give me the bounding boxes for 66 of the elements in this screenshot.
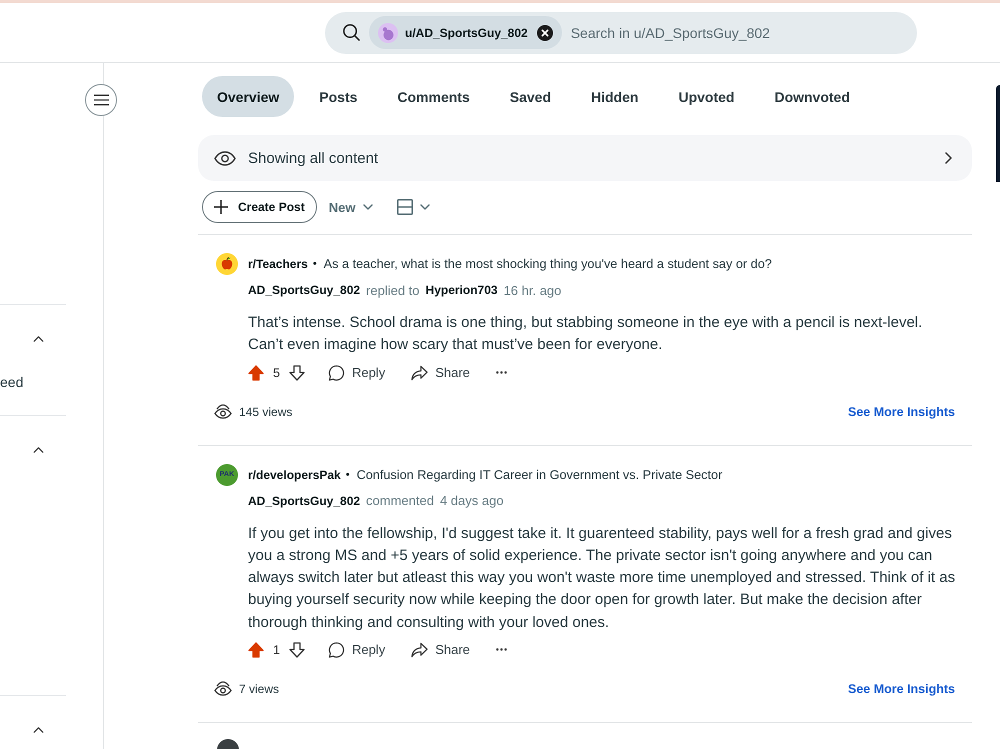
plus-icon (214, 200, 228, 214)
avatar-icon (378, 22, 398, 42)
sidebar-item[interactable]: eed (0, 374, 24, 390)
caret-icon (420, 204, 430, 210)
views-icon (214, 681, 232, 696)
share-icon (411, 364, 428, 380)
content-filter[interactable]: Showing all content (198, 135, 972, 181)
tab[interactable]: Comments (382, 76, 485, 117)
sort-button[interactable]: New (328, 191, 374, 223)
downvote-icon[interactable] (288, 642, 305, 658)
comment-text: If you get into the fellowship, I'd suggest take it. It guarenteed stability, pays well for a fresh grad and gives you a strong MS and +5 years of solid experience. The private sector isn't going anywhere and you can always switch later but atleast this way you won't waste more time unemployed and stressed. Think of it as buying yourself security now while keeping the door open for growth later. But make the decision after thorough thinking and consulting with your loved ones. (248, 524, 956, 632)
insights-link[interactable]: See More Insights (848, 404, 955, 418)
search-field[interactable]: u/AD_SportsGuy_802 Search in u/AD_SportsGuy_802 (325, 12, 917, 54)
search-icon (343, 24, 360, 41)
timestamp: 4 days ago (440, 493, 504, 508)
create-post-button[interactable]: Create Post (202, 191, 317, 223)
author-link[interactable]: AD_SportsGuy_802 (248, 283, 360, 297)
scope-chip[interactable]: u/AD_SportsGuy_802 (369, 16, 562, 49)
action-text: commented (366, 493, 434, 508)
tab[interactable]: Downvoted (759, 76, 865, 117)
post-title-link[interactable]: Confusion Regarding IT Career in Government vs. Private Sector (356, 468, 722, 482)
user-link[interactable]: Hyperion703 (426, 283, 498, 297)
eye-icon (214, 150, 236, 166)
close-icon[interactable] (536, 24, 553, 40)
chevron-up-icon[interactable] (33, 336, 44, 342)
comment-text: That’s intense. School drama is one thing, but stabbing someone in the eye with a pencil is next-level. Can’t even imagine how scary that must’ve been for everyone. (248, 313, 924, 356)
community-link[interactable]: r/developersPak (248, 468, 341, 482)
layout-icon (397, 199, 414, 215)
tab[interactable]: Overview (202, 76, 294, 117)
share-icon (411, 642, 428, 658)
comment-icon (328, 364, 345, 380)
tab[interactable]: Saved (494, 76, 566, 117)
view-count: 7 views (239, 682, 280, 696)
comment-icon (328, 642, 345, 658)
chevron-up-icon[interactable] (33, 447, 44, 453)
timestamp: 16 hr. ago (504, 282, 562, 298)
vote-count: 1 (273, 642, 280, 657)
menu-button[interactable] (85, 84, 117, 116)
tab[interactable]: Upvoted (663, 76, 750, 117)
upvote-icon[interactable] (248, 642, 264, 658)
menu-icon (94, 94, 108, 106)
downvote-icon[interactable] (288, 364, 305, 380)
tab[interactable]: Hidden (576, 76, 654, 117)
share-button[interactable]: Share (402, 356, 479, 388)
separator: • (346, 468, 350, 480)
insights-link[interactable]: See More Insights (848, 682, 955, 696)
community-link[interactable]: r/Teachers (248, 257, 308, 271)
author-link[interactable]: AD_SportsGuy_802 (248, 494, 360, 508)
tab[interactable]: Posts (304, 76, 372, 117)
action-text: replied to (366, 282, 420, 298)
apple-icon (216, 253, 238, 275)
more-icon (496, 648, 507, 652)
caret-icon (363, 204, 374, 210)
reply-button[interactable]: Reply (318, 356, 394, 388)
view-count: 145 views (239, 404, 292, 418)
separator: • (312, 258, 317, 270)
chevron-up-icon[interactable] (33, 727, 44, 733)
vote-count: 5 (273, 366, 280, 380)
more-icon (496, 371, 507, 374)
views-icon (214, 404, 232, 419)
share-button[interactable]: Share (402, 634, 479, 666)
avatar-icon (217, 738, 239, 749)
reply-button[interactable]: Reply (318, 634, 394, 666)
chevron-right-icon (945, 152, 952, 164)
upvote-icon[interactable] (248, 364, 264, 380)
post-title-link[interactable]: As a teacher, what is the most shocking thing you've heard a student say or do? (324, 257, 772, 271)
